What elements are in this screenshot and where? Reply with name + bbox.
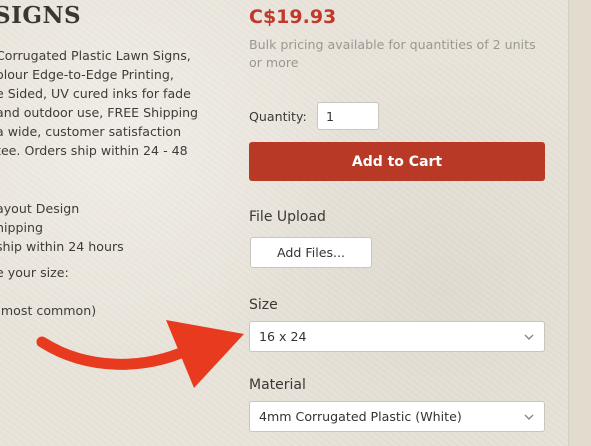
material-select-value: 4mm Corrugated Plastic (White)	[259, 409, 462, 424]
bulk-pricing-note: Bulk pricing available for quantities of…	[249, 37, 536, 70]
description-line: and outdoor use, FREE Shipping	[0, 105, 199, 120]
red-arrow-icon	[36, 320, 244, 388]
quantity-input[interactable]	[317, 102, 379, 130]
feature-line: ship within 24 hours	[0, 239, 124, 254]
product-title: SIGNS	[0, 2, 82, 29]
chevron-down-icon	[524, 414, 534, 420]
description-line: olour Edge-to-Edge Printing,	[0, 67, 174, 82]
size-label: Size	[249, 297, 278, 313]
description-line: a wide, customer satisfaction	[0, 124, 182, 139]
size-select[interactable]: 16 x 24	[249, 321, 545, 352]
chevron-down-icon	[524, 334, 534, 340]
file-upload-label: File Upload	[249, 209, 326, 225]
add-files-button[interactable]: Add Files...	[250, 237, 372, 268]
size-prompt: e your size:	[0, 265, 69, 280]
add-to-cart-button[interactable]: Add to Cart	[249, 142, 545, 181]
price: C$19.93	[249, 6, 337, 28]
material-label: Material	[249, 377, 306, 393]
description-line: tee. Orders ship within 24 - 48	[0, 143, 188, 158]
feature-line: hipping	[0, 220, 43, 235]
page-edge	[568, 0, 591, 446]
description-line: Corrugated Plastic Lawn Signs,	[0, 48, 191, 63]
feature-line: ayout Design	[0, 201, 80, 216]
size-select-value: 16 x 24	[259, 329, 307, 344]
description-line: e Sided, UV cured inks for fade	[0, 86, 191, 101]
quantity-label: Quantity:	[249, 109, 307, 124]
material-select[interactable]: 4mm Corrugated Plastic (White)	[249, 401, 545, 432]
